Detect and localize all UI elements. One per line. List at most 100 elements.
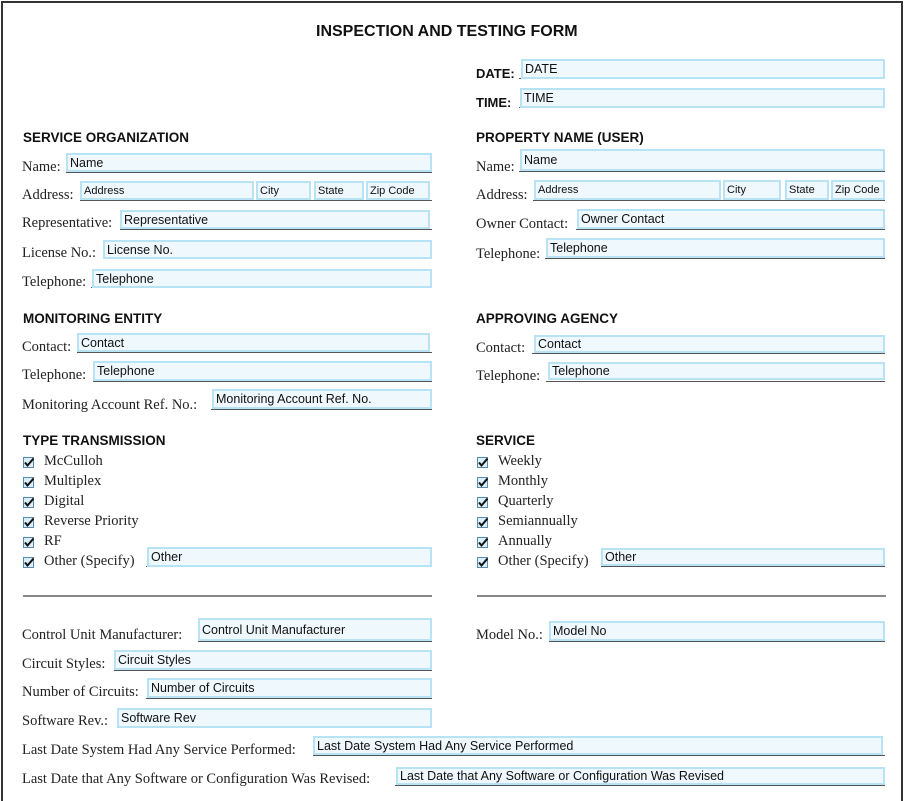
last-service-field[interactable]	[313, 736, 883, 755]
divider-right	[477, 595, 886, 597]
so-address-underline	[80, 200, 432, 201]
checkbox-icon	[23, 457, 34, 468]
num-circuits-field[interactable]	[147, 678, 432, 698]
num-circuits-underline	[146, 698, 432, 699]
service-checkbox[interactable]	[477, 517, 488, 528]
prop-telephone-label: Telephone:	[476, 246, 541, 262]
control-unit-label: Control Unit Manufacturer:	[22, 627, 183, 643]
type-transmission-heading: TYPE TRANSMISSION	[23, 433, 166, 448]
service-checkbox[interactable]	[477, 457, 488, 468]
divider-left	[23, 595, 432, 597]
circuit-styles-underline	[114, 670, 432, 671]
so-state-field[interactable]	[314, 181, 364, 200]
me-telephone-underline	[93, 381, 432, 382]
so-address-field[interactable]	[80, 181, 254, 200]
prop-owner-contact-field[interactable]	[577, 209, 885, 229]
checkbox-icon	[477, 557, 488, 568]
so-representative-field[interactable]	[120, 210, 430, 229]
so-name-underline	[66, 172, 432, 173]
type-transmission-checkbox[interactable]	[23, 497, 34, 508]
service-checkbox[interactable]	[477, 497, 488, 508]
service-option-label: Other (Specify)	[498, 553, 589, 569]
circuit-styles-label: Circuit Styles:	[22, 656, 106, 672]
monitoring-entity-heading: MONITORING ENTITY	[23, 311, 163, 326]
so-name-label: Name:	[22, 159, 61, 175]
checkbox-icon	[23, 517, 34, 528]
type-transmission-checkbox[interactable]	[23, 477, 34, 488]
aa-telephone-label: Telephone:	[476, 368, 541, 384]
last-revised-field[interactable]	[396, 767, 885, 785]
service-option-label: Monthly	[498, 473, 548, 489]
so-representative-underline	[120, 229, 432, 230]
time-field[interactable]	[520, 88, 885, 108]
type-transmission-checkbox[interactable]	[23, 517, 34, 528]
type-transmission-checkbox[interactable]	[23, 537, 34, 548]
last-revised-label: Last Date that Any Software or Configura…	[22, 771, 371, 787]
checkbox-icon	[477, 497, 488, 508]
prop-zip-field[interactable]	[831, 180, 885, 200]
aa-telephone-underline	[546, 381, 885, 382]
checkbox-icon	[477, 517, 488, 528]
date-field[interactable]	[521, 59, 885, 79]
circuit-styles-field[interactable]	[114, 650, 432, 670]
software-rev-field[interactable]	[117, 708, 432, 728]
prop-telephone-underline	[545, 258, 885, 259]
tt-other-field[interactable]	[147, 547, 432, 567]
type-transmission-option-label: Reverse Priority	[44, 513, 139, 529]
type-transmission-checkbox[interactable]	[23, 457, 34, 468]
me-account-ref-underline	[211, 409, 432, 410]
so-license-field[interactable]	[103, 240, 432, 259]
prop-owner-contact-underline	[576, 229, 885, 230]
service-checkbox[interactable]	[477, 537, 488, 548]
last-revised-underline	[395, 785, 885, 786]
prop-name-label: Name:	[476, 159, 515, 175]
svc-other-field[interactable]	[601, 548, 885, 566]
model-no-field[interactable]	[549, 621, 885, 641]
service-heading: SERVICE	[476, 433, 536, 448]
control-unit-underline	[198, 641, 432, 642]
type-transmission-option-label: Multiplex	[44, 473, 102, 489]
aa-contact-underline	[532, 353, 885, 354]
prop-address-field[interactable]	[534, 180, 721, 200]
aa-contact-field[interactable]	[534, 335, 885, 353]
model-no-underline	[549, 641, 885, 642]
type-transmission-option-label: Digital	[44, 493, 85, 509]
me-contact-label: Contact:	[22, 339, 72, 355]
me-account-ref-field[interactable]	[212, 389, 432, 409]
prop-owner-contact-label: Owner Contact:	[476, 216, 569, 232]
me-contact-underline	[77, 352, 432, 353]
so-zip-field[interactable]	[366, 181, 430, 200]
aa-telephone-field[interactable]	[548, 362, 885, 380]
so-name-field[interactable]	[66, 153, 432, 172]
prop-state-field[interactable]	[785, 180, 829, 200]
model-no-label: Model No.:	[476, 627, 543, 643]
aa-contact-label: Contact:	[476, 340, 526, 356]
service-organization-heading: SERVICE ORGANIZATION	[23, 130, 190, 145]
prop-name-field[interactable]	[520, 149, 885, 171]
service-option-label: Semiannually	[498, 513, 578, 529]
so-city-field[interactable]	[256, 181, 311, 200]
me-telephone-field[interactable]	[93, 361, 432, 381]
prop-name-underline	[519, 171, 885, 172]
service-checkbox[interactable]	[477, 557, 488, 568]
last-service-underline	[313, 755, 885, 756]
checkbox-icon	[23, 557, 34, 568]
form-title: INSPECTION AND TESTING FORM	[316, 23, 578, 40]
property-name-heading: PROPERTY NAME (USER)	[476, 130, 644, 145]
type-transmission-option-label: RF	[44, 533, 62, 549]
prop-address-label: Address:	[476, 187, 528, 203]
prop-address-underline	[533, 200, 885, 201]
me-account-ref-label: Monitoring Account Ref. No.:	[22, 397, 198, 413]
prop-telephone-field[interactable]	[546, 238, 885, 258]
type-transmission-checkbox[interactable]	[23, 557, 34, 568]
service-option-label: Quarterly	[498, 493, 554, 509]
prop-city-field[interactable]	[723, 180, 781, 200]
control-unit-field[interactable]	[198, 618, 432, 641]
service-checkbox[interactable]	[477, 477, 488, 488]
so-address-label: Address:	[22, 187, 74, 203]
num-circuits-label: Number of Circuits:	[22, 684, 139, 700]
me-contact-field[interactable]	[77, 333, 430, 352]
software-rev-label: Software Rev.:	[22, 713, 109, 729]
so-telephone-field[interactable]	[92, 269, 432, 288]
so-representative-label: Representative:	[22, 215, 113, 231]
